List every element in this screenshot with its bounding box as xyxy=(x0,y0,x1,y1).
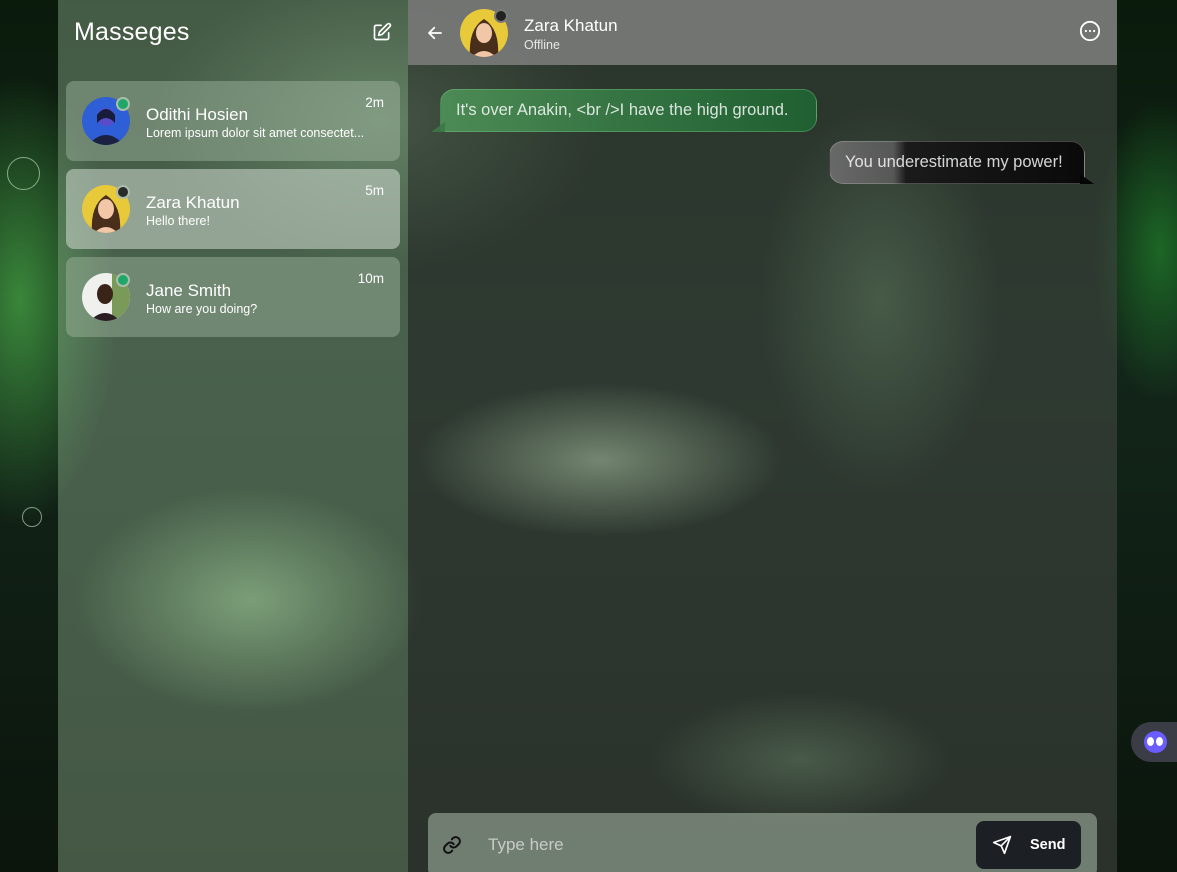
bokeh-light xyxy=(7,157,40,190)
conversation-time: 5m xyxy=(365,183,384,198)
back-arrow-icon[interactable] xyxy=(426,24,444,42)
offline-status-dot xyxy=(494,9,508,23)
conversation-preview: Lorem ipsum dolor sit amet consectet... xyxy=(146,126,365,140)
conversation-sidebar: Masseges Odithi Hosien Lorem ipsum dolor… xyxy=(58,0,408,872)
compose-icon[interactable] xyxy=(372,22,392,42)
conversation-name: Zara Khatun xyxy=(146,193,240,212)
conversation-name: Jane Smith xyxy=(146,281,232,300)
conversation-item[interactable]: Zara Khatun Hello there! 5m xyxy=(66,169,400,249)
chat-header: Zara Khatun Offline xyxy=(408,0,1117,65)
conversation-name: Odithi Hosien xyxy=(146,105,249,124)
sidebar-header: Masseges xyxy=(74,18,392,50)
online-status-dot xyxy=(116,97,130,111)
send-icon xyxy=(992,835,1012,855)
message-composer: Send xyxy=(428,813,1097,872)
chat-panel: Zara Khatun Offline It's over Anakin, <b… xyxy=(408,0,1117,872)
conversation-list: Odithi Hosien Lorem ipsum dolor sit amet… xyxy=(66,81,400,345)
more-options-icon[interactable] xyxy=(1079,20,1101,42)
send-button[interactable]: Send xyxy=(976,821,1081,869)
message-input[interactable] xyxy=(488,827,958,863)
conversation-preview: How are you doing? xyxy=(146,302,258,316)
assistant-widget-button[interactable] xyxy=(1131,722,1177,762)
contact-status: Offline xyxy=(524,38,560,52)
incoming-message: It's over Anakin, <br />I have the high … xyxy=(440,89,817,132)
contact-name: Zara Khatun xyxy=(524,16,618,35)
assistant-face-icon xyxy=(1144,731,1167,753)
conversation-preview: Hello there! xyxy=(146,214,210,228)
conversation-item[interactable]: Jane Smith How are you doing? 10m xyxy=(66,257,400,337)
offline-status-dot xyxy=(116,185,130,199)
sidebar-title: Masseges xyxy=(74,18,190,46)
conversation-time: 2m xyxy=(365,95,384,110)
send-label: Send xyxy=(1030,837,1066,853)
attachment-link-icon[interactable] xyxy=(442,835,462,855)
outgoing-message: You underestimate my power! xyxy=(829,141,1085,184)
online-status-dot xyxy=(116,273,130,287)
conversation-time: 10m xyxy=(357,271,384,286)
bokeh-light xyxy=(22,507,42,527)
conversation-item[interactable]: Odithi Hosien Lorem ipsum dolor sit amet… xyxy=(66,81,400,161)
